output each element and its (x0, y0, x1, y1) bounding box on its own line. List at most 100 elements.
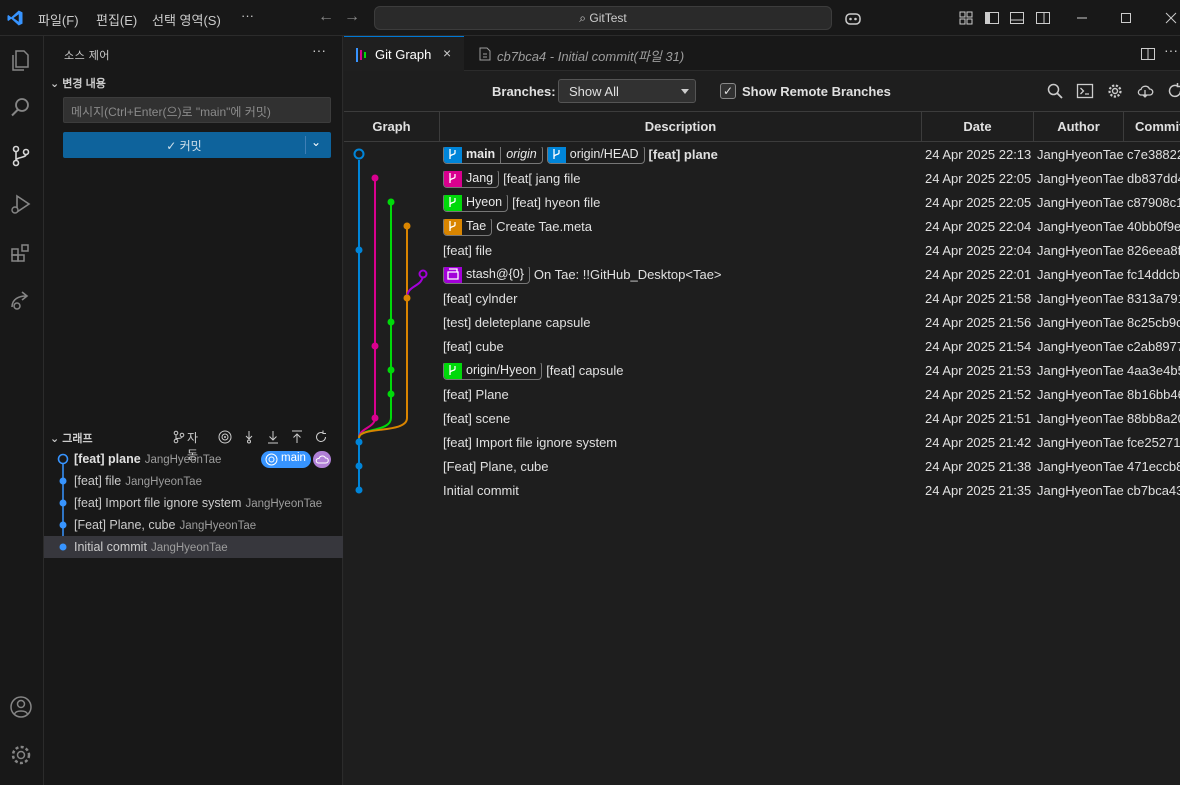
tab-git-graph[interactable]: Git Graph × (344, 36, 464, 71)
pull-icon[interactable] (266, 430, 280, 444)
target-icon[interactable] (218, 430, 232, 444)
explorer-icon[interactable] (7, 46, 35, 74)
column-header-date[interactable]: Date (922, 112, 1034, 142)
graph-commit-row-selected[interactable]: Initial commit JangHyeonTae (44, 536, 343, 558)
commit-date: 24 Apr 2025 22:05 (925, 171, 1031, 186)
fetch-icon[interactable] (242, 430, 256, 444)
commit-hash: c2ab8977 (1127, 339, 1180, 354)
run-debug-icon[interactable] (7, 190, 35, 218)
commit-row[interactable]: Tae Create Tae.meta 24 Apr 2025 22:04 JangH… (344, 215, 1180, 239)
settings-gear-icon[interactable] (1106, 82, 1124, 100)
branch-filter-icon[interactable] (172, 430, 186, 444)
commit-row[interactable]: [feat] scene 24 Apr 2025 21:51 JangHyeonTa… (344, 407, 1180, 431)
branches-select[interactable]: Show All (558, 79, 696, 103)
toggle-primary-sidebar-icon[interactable] (983, 9, 1001, 27)
terminal-icon[interactable] (1076, 82, 1094, 100)
branch-ref-badge[interactable]: main origin (443, 147, 543, 164)
branch-ref-badge[interactable]: Tae (443, 219, 493, 236)
column-header-description[interactable]: Description (440, 112, 922, 142)
branch-ref-badge[interactable]: Jang (443, 171, 500, 188)
commit-description: [feat] Plane (443, 387, 918, 402)
maximize-icon[interactable] (1117, 9, 1135, 27)
show-remote-branches-label[interactable]: Show Remote Branches (742, 84, 891, 99)
toggle-secondary-sidebar-icon[interactable] (1034, 9, 1052, 27)
branch-badge-main: main (261, 451, 311, 468)
commit-row[interactable]: [feat] file 24 Apr 2025 22:04 JangHyeonTae… (344, 239, 1180, 263)
commit-row[interactable]: Hyeon [feat] hyeon file 24 Apr 2025 22:05 J… (344, 191, 1180, 215)
find-icon[interactable] (1046, 82, 1064, 100)
forward-arrow-icon[interactable]: → (344, 8, 360, 26)
ref-remote-name: origin (500, 147, 542, 163)
ref-name: origin/HEAD (569, 147, 639, 161)
fetch-cloud-icon[interactable] (1136, 82, 1154, 100)
graph-section-header[interactable]: ⌄ 그래프 자동 (44, 427, 343, 462)
chevron-down-icon[interactable]: ⌄ (311, 135, 321, 149)
commit-date: 24 Apr 2025 21:58 (925, 291, 1031, 306)
more-actions-icon[interactable]: ··· (1164, 42, 1178, 58)
toggle-panel-icon[interactable] (1008, 9, 1026, 27)
git-graph-controls: Branches: Show All ✓ Show Remote Branche… (344, 71, 1180, 112)
commit-row[interactable]: [feat] cube 24 Apr 2025 21:54 JangHyeonTae… (344, 335, 1180, 359)
push-icon[interactable] (290, 430, 304, 444)
commit-row[interactable]: main origin origin/HEAD [feat] plane 24 Apr … (344, 143, 1180, 167)
show-remote-branches-checkbox[interactable]: ✓ (720, 83, 736, 99)
sidebar-title: 소스 제어 (64, 50, 111, 62)
more-actions-icon[interactable]: ··· (312, 42, 326, 58)
commit-row[interactable]: [test] deleteplane capsule 24 Apr 2025 21… (344, 311, 1180, 335)
close-icon[interactable] (1162, 9, 1180, 27)
back-arrow-icon[interactable]: ← (318, 8, 334, 26)
commit-date: 24 Apr 2025 22:04 (925, 219, 1031, 234)
remote-share-icon[interactable] (7, 287, 35, 315)
commit-author: JangHyeonTae (1037, 483, 1124, 498)
commit-hash: fc14ddcb (1127, 267, 1180, 282)
commit-row[interactable]: [feat] Import file ignore system 24 Apr 2… (344, 431, 1180, 455)
commit-button[interactable]: ✓ 커밋 ⌄ (63, 132, 331, 158)
extensions-icon[interactable] (7, 239, 35, 267)
title-bar: 파일(F) 편집(E) 선택 영역(S) ··· ← → ⌕ GitTest (0, 0, 1180, 36)
column-header-author[interactable]: Author (1034, 112, 1124, 142)
search-icon[interactable] (7, 93, 35, 121)
graph-commit-row[interactable]: [Feat] Plane, cube JangHyeonTae (44, 514, 343, 536)
graph-section-title: ⌄ 그래프 (50, 430, 93, 446)
commit-message: On Tae: !!GitHub_Desktop<Tae> (533, 267, 722, 282)
menu-edit[interactable]: 편집(E) (96, 10, 137, 29)
target-icon (265, 453, 278, 466)
commit-row[interactable]: origin/Hyeon [feat] capsule 24 Apr 2025 21… (344, 359, 1180, 383)
refresh-icon[interactable] (1166, 82, 1180, 100)
settings-gear-icon[interactable] (7, 741, 35, 769)
commit-row[interactable]: Jang [feat[ jang file 24 Apr 2025 22:05 Jan… (344, 167, 1180, 191)
menu-file[interactable]: 파일(F) (38, 10, 79, 29)
commit-message-input[interactable]: 메시지(Ctrl+Enter(으)로 "main"에 커밋) (63, 97, 331, 123)
commit-author: JangHyeonTae (1037, 243, 1124, 258)
ref-name: stash@{0} (466, 267, 524, 281)
menu-more[interactable]: ··· (241, 8, 254, 23)
commit-row[interactable]: [Feat] Plane, cube 24 Apr 2025 21:38 JangH… (344, 455, 1180, 479)
source-control-icon[interactable] (7, 142, 35, 170)
commit-row[interactable]: [feat] cylnder 24 Apr 2025 21:58 JangHyeon… (344, 287, 1180, 311)
split-editor-icon[interactable] (1140, 46, 1156, 62)
graph-commit-row[interactable]: [feat] Import file ignore system JangHyeo… (44, 492, 343, 514)
graph-commit-row[interactable]: [feat] plane JangHyeonTae main (44, 448, 343, 470)
command-center-search[interactable]: ⌕ GitTest (374, 6, 832, 30)
changes-section-header[interactable]: ⌄ 변경 내용 (50, 75, 106, 91)
commit-hash: 8c25cb9c (1127, 315, 1180, 330)
layout-customize-icon[interactable] (957, 9, 975, 27)
refresh-icon[interactable] (314, 430, 328, 444)
branch-ref-badge[interactable]: Hyeon (443, 195, 509, 212)
branch-ref-badge[interactable]: origin/HEAD (546, 147, 645, 164)
commit-row[interactable]: [feat] Plane 24 Apr 2025 21:52 JangHyeonTa… (344, 383, 1180, 407)
account-icon[interactable] (7, 693, 35, 721)
branch-ref-badge[interactable]: origin/Hyeon (443, 363, 543, 380)
column-header-commit[interactable]: Commit (1124, 112, 1180, 142)
minimize-icon[interactable] (1073, 9, 1091, 27)
graph-commit-row[interactable]: [feat] file JangHyeonTae (44, 470, 343, 492)
column-header-graph[interactable]: Graph (344, 112, 440, 142)
branch-icon (449, 365, 456, 375)
stash-ref-badge[interactable]: stash@{0} (443, 267, 530, 284)
tab-commit-diff[interactable]: cb7bca4 - Initial commit(파일 31) (465, 36, 710, 71)
commit-row[interactable]: Initial commit 24 Apr 2025 21:35 JangHyeon… (344, 479, 1180, 503)
close-tab-icon[interactable]: × (443, 45, 451, 61)
menu-selection[interactable]: 선택 영역(S) (152, 10, 221, 29)
copilot-icon[interactable] (844, 9, 862, 27)
commit-row[interactable]: stash@{0} On Tae: !!GitHub_Desktop<Tae> 24… (344, 263, 1180, 287)
